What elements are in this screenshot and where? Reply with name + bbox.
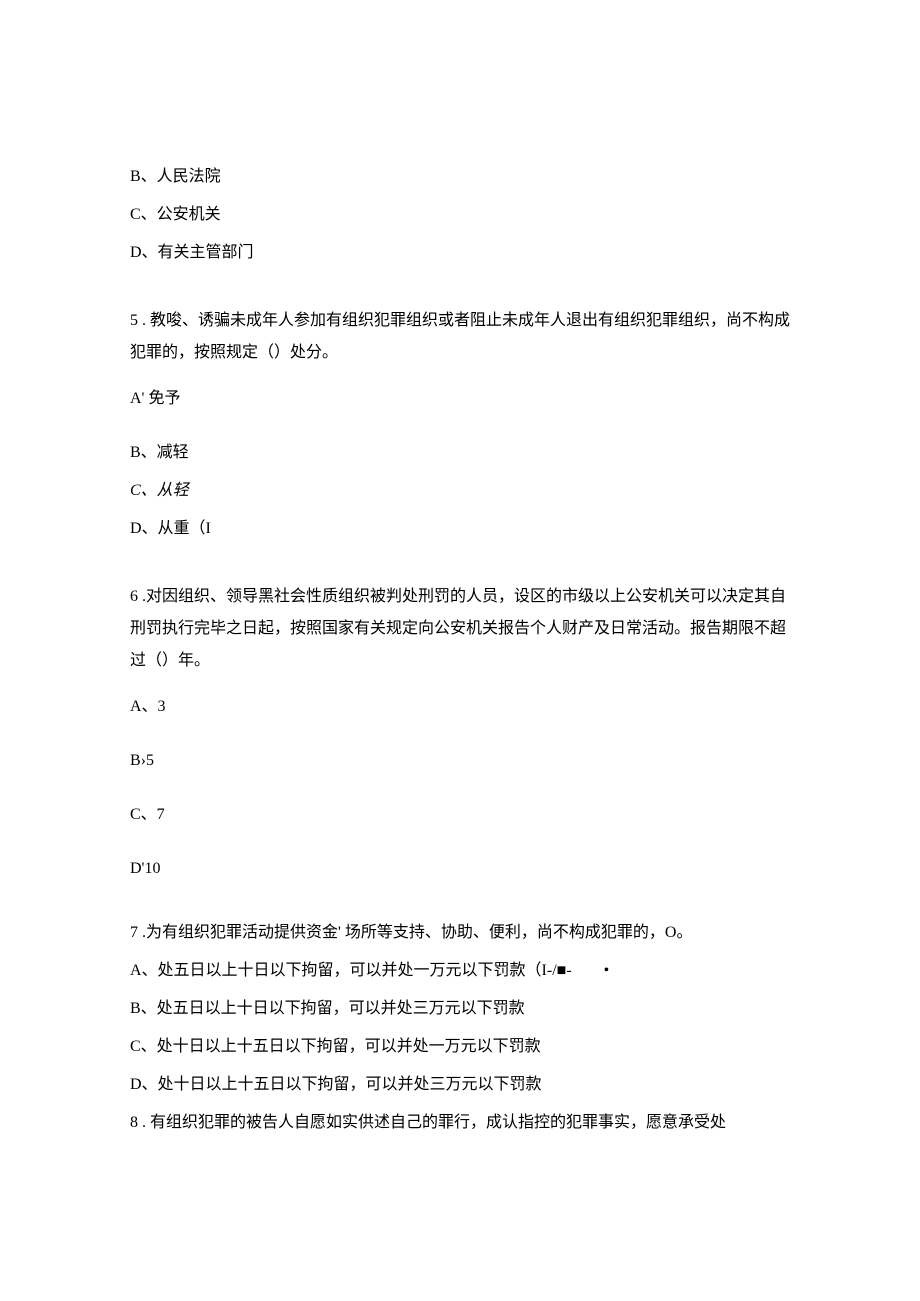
q6-stem: 6 .对因组织、领导黑社会性质组织被判处刑罚的人员，设区的市级以上公安机关可以决… (130, 581, 790, 677)
q5-option-c: C、从轻 (130, 479, 790, 503)
q4-option-c: C、公安机关 (130, 203, 790, 227)
q7-stem: 7 .为有组织犯罪活动提供资金' 场所等支持、协助、便利，尚不构成犯罪的，O。 (130, 921, 790, 945)
q5-stem: 5 . 教唆、诱骗未成年人参加有组织犯罪组织或者阻止未成年人退出有组织犯罪组织，… (130, 305, 790, 369)
q7-option-c: C、处十日以上十五日以下拘留，可以并处一万元以下罚款 (130, 1035, 790, 1059)
q6-option-a: A、3 (130, 695, 790, 719)
q6-option-b: B›5 (130, 749, 790, 773)
q7-option-d: D、处十日以上十五日以下拘留，可以并处三万元以下罚款 (130, 1073, 790, 1097)
q5-option-a: A' 免予 (130, 387, 790, 411)
q7-option-b: B、处五日以上十日以下拘留，可以并处三万元以下罚款 (130, 997, 790, 1021)
q6-option-c: C、7 (130, 803, 790, 827)
q5-option-b: B、减轻 (130, 441, 790, 465)
q7-option-a: A、处五日以上十日以下拘留，可以并处一万元以下罚款（I-/■- • (130, 959, 790, 983)
q8-stem: 8 . 有组织犯罪的被告人自愿如实供述自己的罪行，成认指控的犯罪事实，愿意承受处 (130, 1111, 790, 1135)
q6-option-d: D'10 (130, 857, 790, 881)
q4-option-b: B、人民法院 (130, 165, 790, 189)
q5-option-d: D、从重（I (130, 517, 790, 541)
q4-option-d: D、有关主管部门 (130, 241, 790, 265)
